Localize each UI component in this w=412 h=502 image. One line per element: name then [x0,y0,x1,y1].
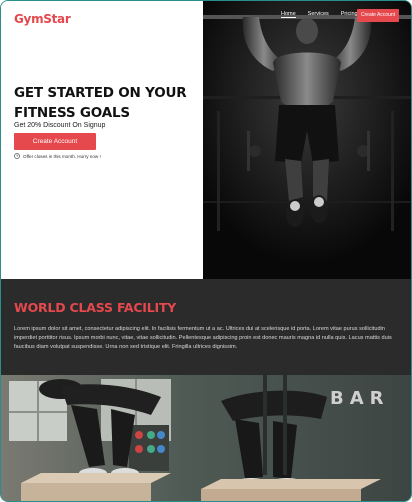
facility-title: WORLD CLASS FACILITY [14,300,177,315]
page-frame: GymStar GET STARTED ON YOUR FITNESS GOAL… [0,0,412,502]
box-jump-photo: BAR [1,375,411,501]
hero-left-panel: GymStar GET STARTED ON YOUR FITNESS GOAL… [1,1,203,279]
facility-section: WORLD CLASS FACILITY Lorem ipsum dolor s… [1,279,411,375]
nav-home[interactable]: Home [281,11,296,18]
facility-description: Lorem ipsum dolor sit amet, consectetur … [14,326,392,351]
nav-services[interactable]: Services [308,11,329,18]
logo[interactable]: GymStar [14,12,71,26]
nav-create-account-button[interactable]: Create Account [357,9,399,22]
wall-lettering: BAR [330,388,390,409]
hero-subtitle: Get 20% Discount On Signup [14,122,106,129]
create-account-button[interactable]: Create Account [14,133,96,150]
athlete-pullup-photo [203,1,411,279]
hero-title: GET STARTED ON YOUR FITNESS GOALS [14,85,187,121]
hero-athlete-image: Home Services Pricing Create Account [203,1,411,279]
offer-text: Offer closes in this month. Hurry now ! [23,153,101,159]
offer-note: Offer closes in this month. Hurry now ! [14,153,101,159]
clock-icon [14,153,20,159]
nav-pricing[interactable]: Pricing [341,11,358,18]
hero-section: GymStar GET STARTED ON YOUR FITNESS GOAL… [1,1,411,279]
